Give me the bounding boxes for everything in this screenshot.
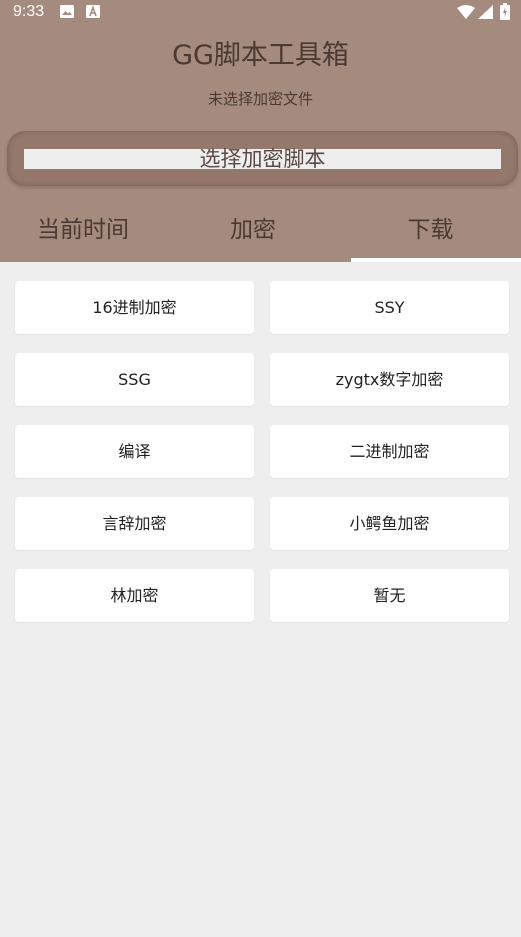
- tool-hex-encrypt-button[interactable]: 16进制加密: [15, 281, 254, 334]
- tool-yanci-encrypt-button[interactable]: 言辞加密: [15, 497, 254, 550]
- status-time: 9:33: [13, 3, 45, 20]
- tab-current-time[interactable]: 当前时间: [0, 205, 166, 262]
- tool-none-button[interactable]: 暂无: [270, 569, 509, 622]
- a-icon: [86, 5, 100, 18]
- tab-indicator: [351, 258, 521, 262]
- tool-binary-encrypt-button[interactable]: 二进制加密: [270, 425, 509, 478]
- battery-icon: [500, 3, 510, 20]
- tab-encrypt[interactable]: 加密: [166, 205, 340, 262]
- signal-icon: [478, 5, 493, 19]
- app-title: GG脚本工具箱: [172, 40, 349, 71]
- select-script-button[interactable]: 选择加密脚本: [7, 131, 518, 186]
- tool-ssg-button[interactable]: SSG: [15, 353, 254, 406]
- select-script-label: 选择加密脚本: [199, 147, 326, 171]
- wifi-icon: [457, 5, 475, 19]
- image-icon: [60, 5, 74, 18]
- tool-compile-button[interactable]: 编译: [15, 425, 254, 478]
- status-bar: 9:33: [0, 0, 521, 26]
- app-header: 9:33 GG脚本工具箱 未选择加密文件 选择加密脚本 当前时间 加密 下载: [0, 0, 521, 262]
- tool-crocodile-encrypt-button[interactable]: 小鳄鱼加密: [270, 497, 509, 550]
- tab-download[interactable]: 下载: [340, 205, 521, 262]
- tab-bar: 当前时间 加密 下载: [0, 205, 521, 262]
- file-status-text: 未选择加密文件: [207, 90, 313, 108]
- tool-lin-encrypt-button[interactable]: 林加密: [15, 569, 254, 622]
- tool-ssy-button[interactable]: SSY: [270, 281, 509, 334]
- tool-zygtx-encrypt-button[interactable]: zygtx数字加密: [270, 353, 509, 406]
